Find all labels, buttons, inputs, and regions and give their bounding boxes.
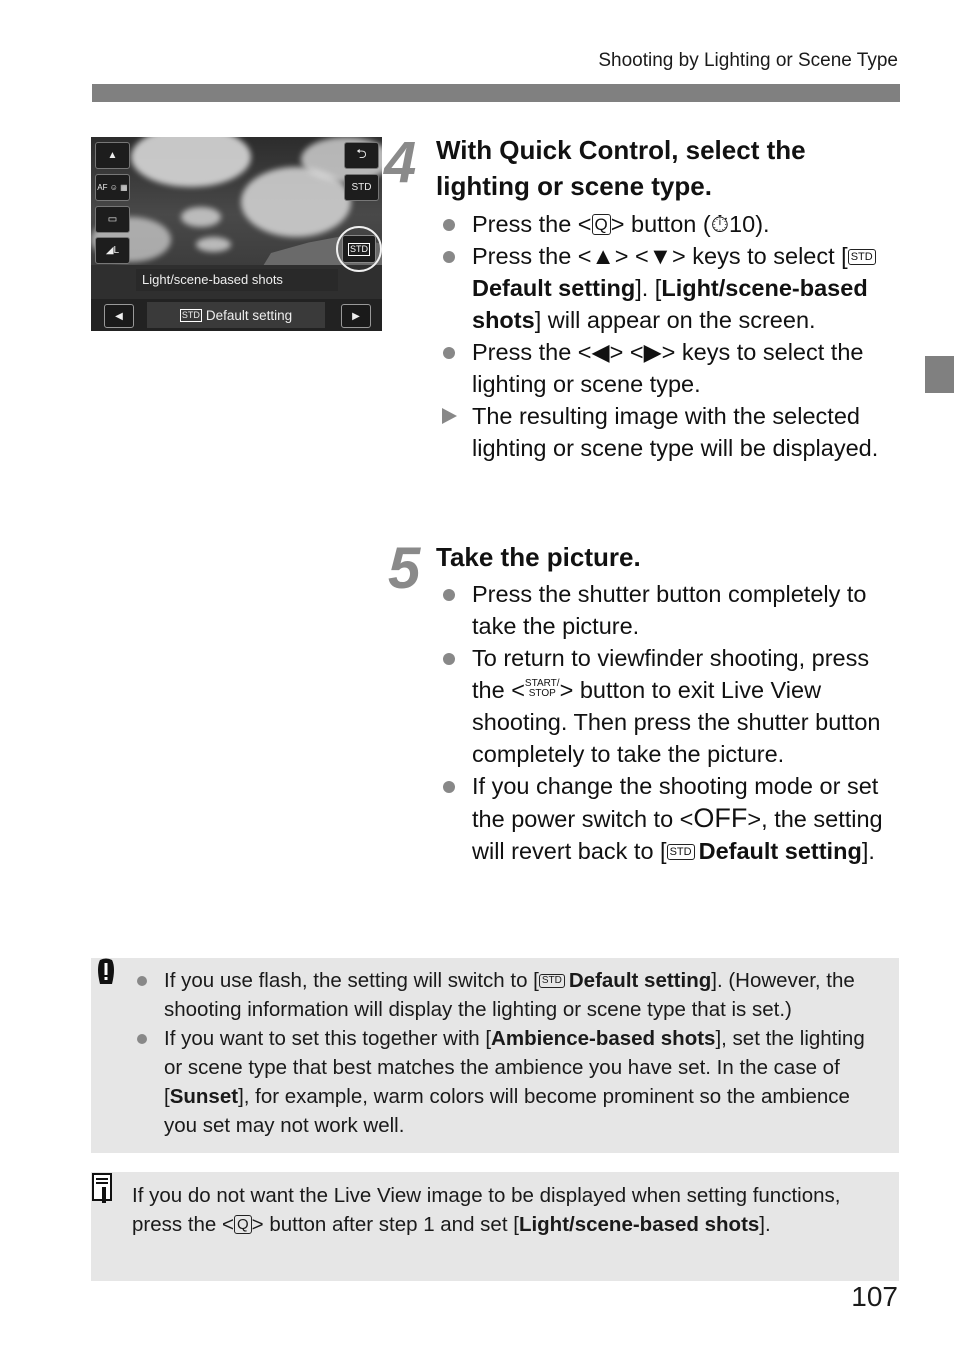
prev-arrow-button[interactable]: ◀ bbox=[104, 304, 134, 328]
list-item-result: The resulting image with the selected li… bbox=[440, 400, 900, 464]
list-item: Press the shutter button completely to t… bbox=[440, 578, 900, 642]
current-value-text: Default setting bbox=[205, 307, 293, 323]
step-number-5: 5 bbox=[388, 536, 421, 601]
current-value-display: STD Default setting bbox=[147, 302, 325, 328]
left-arrow-icon: ◀ bbox=[115, 310, 123, 322]
bullet-icon bbox=[137, 1034, 147, 1044]
list-item: To return to viewfinder shooting, press … bbox=[440, 642, 900, 770]
page-number: 107 bbox=[851, 1281, 898, 1312]
bullet-icon bbox=[443, 781, 455, 793]
std-ambience-icon[interactable]: STD bbox=[344, 174, 379, 201]
step-5-title: Take the picture. bbox=[436, 542, 641, 572]
right-arrow-icon: ▶ bbox=[352, 310, 360, 322]
list-item: If you use flash, the setting will switc… bbox=[135, 966, 885, 1024]
drive-mode-icon[interactable]: ▭ bbox=[95, 206, 130, 233]
bullet-icon bbox=[443, 589, 455, 601]
timer-icon: ⏱10 bbox=[710, 211, 756, 237]
list-item: If you want to set this together with [A… bbox=[135, 1024, 885, 1140]
ambience-icon[interactable]: ▲ bbox=[95, 142, 130, 169]
std-icon: STD bbox=[348, 242, 370, 256]
bullet-icon bbox=[443, 219, 455, 231]
caution-bullets: If you use flash, the setting will switc… bbox=[135, 966, 885, 1140]
bullet-icon bbox=[443, 653, 455, 665]
selected-setting-ring[interactable]: STD bbox=[336, 226, 382, 272]
memo-text: If you do not want the Live View image t… bbox=[132, 1184, 841, 1236]
quick-control-button-icon: Q bbox=[591, 214, 611, 235]
std-icon: STD bbox=[847, 249, 876, 265]
result-arrow-icon bbox=[442, 408, 457, 424]
list-item: Press the <◀> <▶> keys to select the lig… bbox=[440, 336, 900, 400]
start-stop-button-icon: START/STOP bbox=[524, 678, 560, 699]
caution-icon bbox=[98, 958, 114, 984]
list-item: Press the < Q > button (⏱10). bbox=[440, 208, 900, 240]
running-header-title: Shooting by Lighting or Scene Type bbox=[598, 50, 898, 71]
header-rule bbox=[92, 84, 900, 102]
bullet-icon bbox=[443, 347, 455, 359]
step-4-bullets: Press the < Q > button (⏱10). Press the <▲… bbox=[440, 208, 900, 464]
bullet-icon bbox=[443, 251, 455, 263]
std-icon: STD bbox=[538, 974, 565, 988]
chapter-thumb-tab bbox=[925, 356, 954, 393]
memo-icon bbox=[92, 1173, 112, 1203]
step-5-bullets: Press the shutter button completely to t… bbox=[440, 578, 900, 867]
std-icon: STD bbox=[666, 844, 695, 860]
step-number-4: 4 bbox=[384, 130, 417, 195]
list-item: If you change the shooting mode or set t… bbox=[440, 770, 900, 867]
power-off-icon: OFF bbox=[693, 803, 748, 833]
bullet-icon bbox=[137, 976, 147, 986]
image-quality-icon[interactable]: ◢L bbox=[95, 237, 130, 264]
std-icon: STD bbox=[179, 308, 202, 322]
list-item: Press the <▲> <▼> keys to select [STDDef… bbox=[440, 240, 900, 336]
af-mode-icon[interactable]: AF ☺ ▦ bbox=[95, 174, 130, 201]
camera-screen-image: ▲ AF ☺ ▦ ▭ ◢L ⮌ STD STD Light/scene-base… bbox=[91, 137, 382, 331]
step-4-title: With Quick Control, select the lighting … bbox=[436, 135, 806, 201]
setting-name-label: Light/scene-based shots bbox=[136, 269, 338, 291]
quick-control-button-icon: Q bbox=[234, 1215, 252, 1234]
return-icon[interactable]: ⮌ bbox=[344, 142, 379, 169]
next-arrow-button[interactable]: ▶ bbox=[341, 304, 371, 328]
